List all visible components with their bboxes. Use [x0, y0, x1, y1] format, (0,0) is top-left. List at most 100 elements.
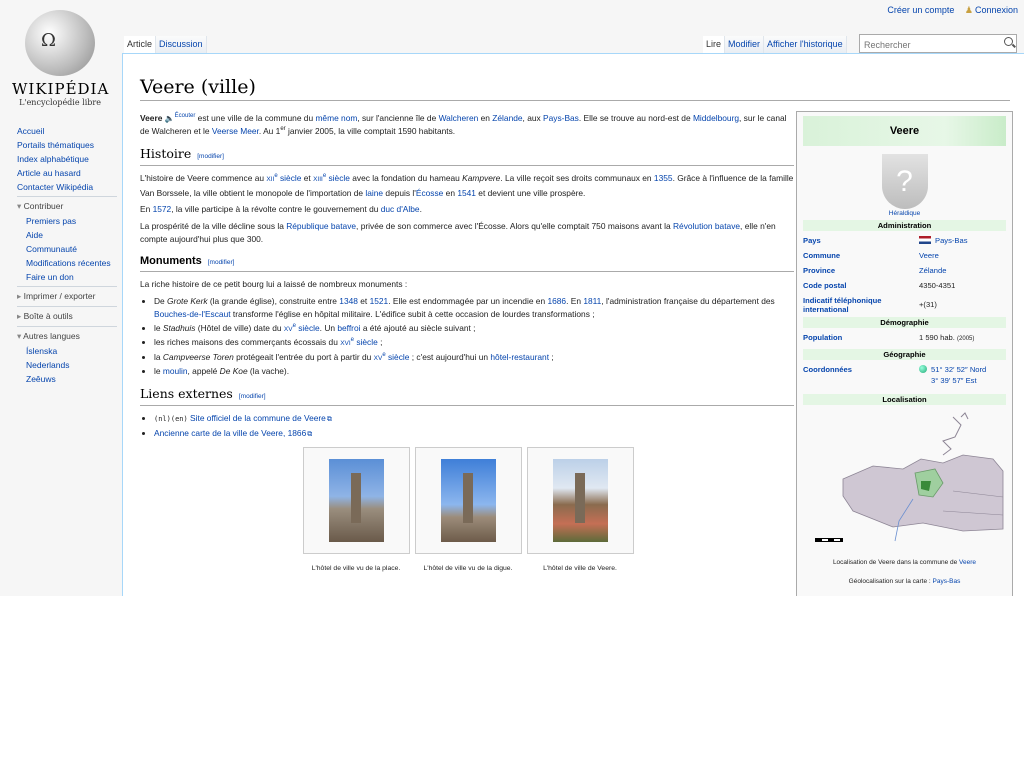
infobox-value: 1 590 hab. (2005)	[919, 331, 1006, 345]
tab-lire[interactable]: Lire	[703, 36, 726, 53]
link-hotel-restaurant[interactable]: hôtel-restaurant	[490, 352, 549, 362]
link-1541[interactable]: 1541	[457, 188, 476, 198]
lang-nederlands[interactable]: Nederlands	[26, 360, 117, 370]
sidebar-item-portails[interactable]: Portails thématiques	[17, 140, 117, 150]
infobox-value[interactable]: Zélande	[919, 264, 1006, 276]
infobox-section-administration: Administration	[803, 220, 1006, 231]
portal-heading-imprimer[interactable]: Imprimer / exporter	[17, 291, 117, 302]
portal-heading-contribuer[interactable]: Contribuer	[17, 201, 117, 212]
text: , la ville participe à la révolte contre…	[171, 204, 381, 215]
tab-article[interactable]: Article	[124, 36, 157, 53]
sidebar-item-accueil[interactable]: Accueil	[17, 126, 117, 136]
edit-section-link[interactable]: [modifier]	[208, 259, 235, 266]
sidebar-item-index[interactable]: Index alphabétique	[17, 154, 117, 164]
town-hall-photo[interactable]	[440, 459, 496, 543]
sidebar-item-premiers-pas[interactable]: Premiers pas	[26, 216, 117, 226]
link-1811[interactable]: 1811	[583, 296, 601, 306]
sidebar-item-hasard[interactable]: Article au hasard	[17, 168, 117, 178]
tab-modifier[interactable]: Modifier	[725, 36, 765, 53]
coord-lat[interactable]: 51° 32′ 52″ Nord	[931, 365, 986, 374]
link-pays-bas[interactable]: Pays-Bas	[543, 113, 579, 123]
link-12e-siecle[interactable]: XIIe siècle	[266, 173, 301, 183]
heraldique-link[interactable]: Héraldique	[797, 210, 1012, 217]
geolocation-caption: Géolocalisation sur la carte : Pays-Bas	[797, 578, 1012, 585]
link-15e-siecle-2[interactable]: XVe siècle	[374, 352, 410, 362]
link-15e-siecle[interactable]: XVe siècle	[284, 323, 320, 333]
infobox-key[interactable]: Indicatif téléphonique international	[803, 294, 919, 314]
link-1348[interactable]: 1348	[339, 296, 358, 306]
search-input[interactable]	[860, 36, 1002, 54]
link-ecosse[interactable]: Écosse	[416, 188, 443, 198]
ecouter-link[interactable]: Écouter	[175, 113, 196, 119]
infobox-key[interactable]: Province	[803, 264, 919, 275]
infobox-key[interactable]: Population	[803, 331, 919, 342]
histoire-paragraph-3: La prospérité de la ville décline sous l…	[140, 220, 794, 247]
sidebar-item-communaute[interactable]: Communauté	[26, 244, 117, 254]
infobox-key[interactable]: Code postal	[803, 279, 919, 290]
histoire-paragraph-2: En 1572, la ville participe à la révolte…	[140, 203, 794, 217]
link-zelande[interactable]: Zélande	[492, 113, 522, 123]
link-13e-siecle[interactable]: XIIIe siècle	[313, 173, 350, 183]
sidebar-item-don[interactable]: Faire un don	[26, 272, 117, 282]
link-revolution-batave[interactable]: Révolution batave	[673, 221, 740, 231]
link-veerse-meer[interactable]: Veerse Meer	[212, 126, 259, 136]
personal-tools: Créer un compte ♟ Connexion	[879, 5, 1018, 16]
link-veere[interactable]: Veere	[959, 559, 976, 566]
create-account-link[interactable]: Créer un compte	[887, 5, 954, 15]
link-middelbourg[interactable]: Middelbourg	[693, 113, 739, 123]
text: La prospérité de la ville décline sous l…	[140, 220, 287, 231]
text: en	[478, 112, 493, 123]
link-pays-bas[interactable]: Pays-Bas	[935, 236, 968, 245]
infobox-key[interactable]: Coordonnées	[803, 363, 919, 374]
heraldry-shield-icon[interactable]: ?	[881, 154, 928, 209]
text: depuis l'	[383, 187, 416, 198]
search-icon[interactable]	[1004, 37, 1013, 46]
link-1521[interactable]: 1521	[370, 296, 389, 306]
infobox-value[interactable]: Veere	[919, 249, 1006, 261]
infobox-value: Pays-Bas	[919, 234, 1006, 246]
wikipedia-logo[interactable]: WIKIPÉDIA L'encyclopédie libre	[12, 10, 108, 107]
external-link-ancienne-carte[interactable]: Ancienne carte de la ville de Veere, 186…	[154, 428, 312, 438]
link-republique-batave[interactable]: République batave	[286, 221, 356, 231]
sidebar-item-aide[interactable]: Aide	[26, 230, 117, 240]
globe-icon[interactable]	[919, 365, 927, 373]
tab-discussion[interactable]: Discussion	[156, 36, 207, 53]
gallery-frame	[526, 447, 634, 555]
text: a été ajouté au siècle suivant ;	[360, 322, 476, 333]
lang-islenska[interactable]: Íslenska	[26, 346, 117, 356]
infobox-title: Veere	[803, 116, 1006, 146]
sidebar-item-contacter[interactable]: Contacter Wikipédia	[17, 182, 117, 192]
portal-heading-boite[interactable]: Boîte à outils	[17, 311, 117, 322]
external-link-site-officiel[interactable]: Site officiel de la commune de Veere	[190, 413, 332, 423]
edit-section-link[interactable]: [modifier]	[197, 153, 224, 160]
link-1686[interactable]: 1686	[547, 296, 566, 306]
speaker-icon[interactable]: 🔈	[165, 114, 175, 123]
link-16e-siecle[interactable]: XVIe siècle	[340, 337, 378, 347]
infobox-key[interactable]: Commune	[803, 249, 919, 260]
link-1572[interactable]: 1572	[153, 204, 172, 214]
link-walcheren[interactable]: Walcheren	[439, 113, 479, 123]
location-map[interactable]	[803, 411, 1006, 556]
lang-zeeuws[interactable]: Zeêuws	[26, 374, 117, 384]
gallery-frame	[302, 447, 410, 555]
tab-historique[interactable]: Afficher l'historique	[764, 36, 847, 53]
coord-lon[interactable]: 3° 39′ 57″ Est	[931, 376, 977, 385]
text: Localisation de Veere dans la commune de	[832, 559, 960, 566]
link-duc-albe[interactable]: duc d'Albe	[381, 204, 420, 214]
link-laine[interactable]: laine	[365, 188, 383, 198]
text: les riches maisons des commerçants écoss…	[154, 337, 341, 348]
link-1355[interactable]: 1355	[654, 173, 673, 183]
link-pays-bas[interactable]: Pays-Bas	[933, 578, 961, 585]
town-hall-photo[interactable]	[328, 459, 384, 543]
link-moulin[interactable]: moulin	[163, 366, 188, 376]
login-link[interactable]: Connexion	[975, 5, 1018, 15]
sidebar-item-modifications[interactable]: Modifications récentes	[26, 258, 117, 268]
portal-heading-langues[interactable]: Autres langues	[17, 331, 117, 342]
infobox-key[interactable]: Pays	[803, 234, 919, 245]
link-meme-nom[interactable]: même nom	[315, 113, 357, 123]
edit-section-link[interactable]: [modifier]	[239, 393, 266, 400]
link-bouches-escaut[interactable]: Bouches-de-l'Escaut	[154, 309, 231, 319]
text: , appelé	[187, 366, 220, 377]
link-beffroi[interactable]: beffroi	[337, 323, 360, 333]
town-hall-photo[interactable]	[552, 459, 608, 543]
